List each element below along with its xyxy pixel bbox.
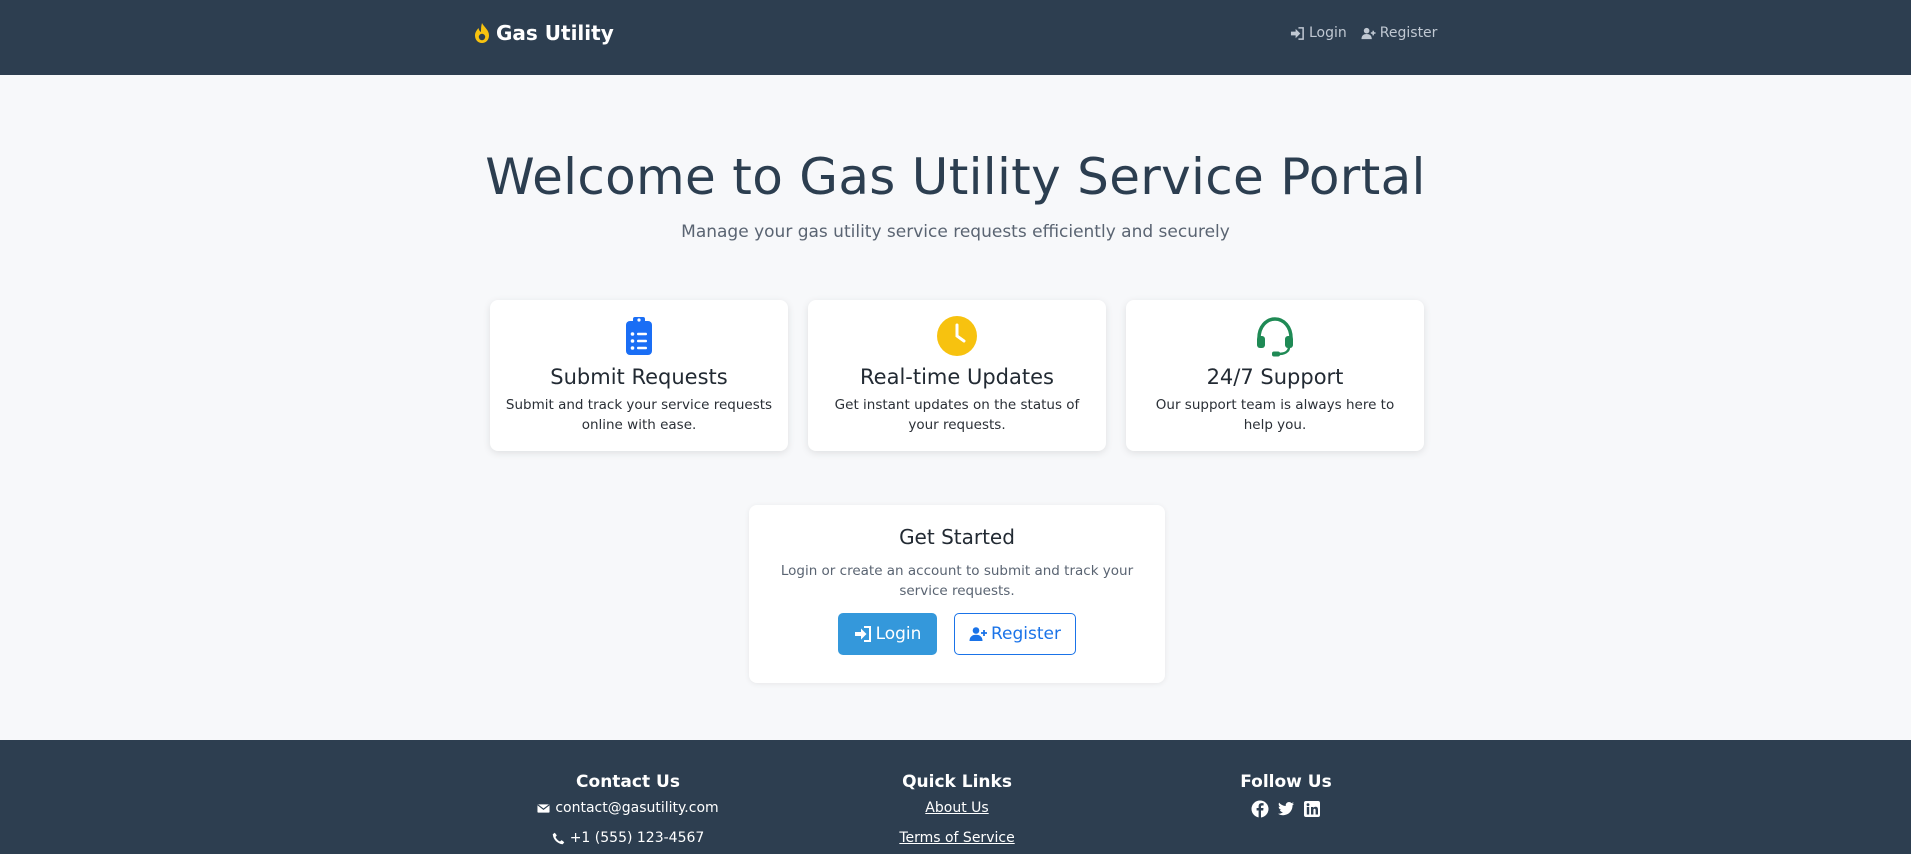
- get-started-title: Get Started: [899, 525, 1015, 549]
- feature-title: Real-time Updates: [860, 365, 1054, 389]
- get-started-buttons: Login Register: [749, 613, 1165, 655]
- headset-icon: [1257, 317, 1293, 357]
- get-started-card: Get Started Login or create an account t…: [749, 505, 1165, 683]
- brand-name: Gas Utility: [496, 21, 614, 45]
- get-started-description: Login or create an account to submit and…: [780, 563, 1134, 599]
- feature-card-submit-requests: Submit Requests Submit and track your se…: [490, 300, 788, 451]
- footer-link-row: Terms of Service: [807, 830, 1107, 846]
- login-button[interactable]: Login: [838, 613, 937, 655]
- hero-subtitle: Manage your gas utility service requests…: [681, 222, 1230, 242]
- clipboard-list-icon: [626, 317, 652, 355]
- phone-icon: [552, 832, 564, 844]
- footer-contact: Contact Us contact@gasutility.com +1 (55…: [478, 772, 778, 846]
- footer-link-row: About Us: [807, 800, 1107, 816]
- nav-register-label: Register: [1379, 25, 1438, 41]
- footer-email: contact@gasutility.com: [478, 800, 778, 816]
- nav-login-label: Login: [1309, 25, 1347, 41]
- feature-card-support: 24/7 Support Our support team is always …: [1126, 300, 1424, 451]
- feature-description: Get instant updates on the status of you…: [834, 397, 1080, 433]
- footer-email-text: contact@gasutility.com: [555, 800, 719, 816]
- flame-icon: [472, 22, 492, 44]
- nav-register-link[interactable]: Register: [1361, 25, 1438, 41]
- register-button[interactable]: Register: [954, 613, 1076, 655]
- user-plus-icon: [1361, 27, 1376, 39]
- footer-link-about-us[interactable]: About Us: [925, 800, 988, 816]
- footer: Contact Us contact@gasutility.com +1 (55…: [0, 740, 1911, 854]
- twitter-icon[interactable]: [1277, 800, 1295, 818]
- navbar: Gas Utility Login Register: [0, 0, 1911, 75]
- nav-links: Login Register: [1290, 22, 1437, 44]
- feature-card-realtime-updates: Real-time Updates Get instant updates on…: [808, 300, 1106, 451]
- sign-in-icon: [854, 626, 871, 642]
- footer-contact-heading: Contact Us: [576, 772, 680, 792]
- linkedin-icon[interactable]: [1303, 800, 1321, 818]
- footer-phone-text: +1 (555) 123-4567: [569, 830, 705, 846]
- nav-login-link[interactable]: Login: [1290, 25, 1347, 41]
- footer-quick-links-heading: Quick Links: [902, 772, 1012, 792]
- sign-in-icon: [1290, 26, 1304, 40]
- footer-follow-heading: Follow Us: [1240, 772, 1332, 792]
- register-button-label: Register: [991, 624, 1061, 644]
- feature-description: Our support team is always here to help …: [1155, 397, 1395, 433]
- footer-quick-links: Quick Links About Us Terms of Service: [807, 772, 1107, 846]
- facebook-icon[interactable]: [1251, 800, 1269, 818]
- user-plus-icon: [969, 627, 987, 641]
- envelope-icon: [537, 803, 550, 813]
- footer-follow: Follow Us: [1136, 772, 1436, 818]
- login-button-label: Login: [875, 624, 922, 644]
- feature-description: Submit and track your service requests o…: [505, 397, 773, 433]
- footer-link-terms-of-service[interactable]: Terms of Service: [899, 830, 1014, 846]
- hero-title: Welcome to Gas Utility Service Portal: [485, 148, 1426, 206]
- social-icons: [1136, 800, 1436, 818]
- clock-icon: [937, 316, 977, 356]
- brand[interactable]: Gas Utility: [472, 20, 614, 46]
- feature-title: Submit Requests: [550, 365, 728, 389]
- feature-title: 24/7 Support: [1206, 365, 1344, 389]
- footer-phone: +1 (555) 123-4567: [478, 830, 778, 846]
